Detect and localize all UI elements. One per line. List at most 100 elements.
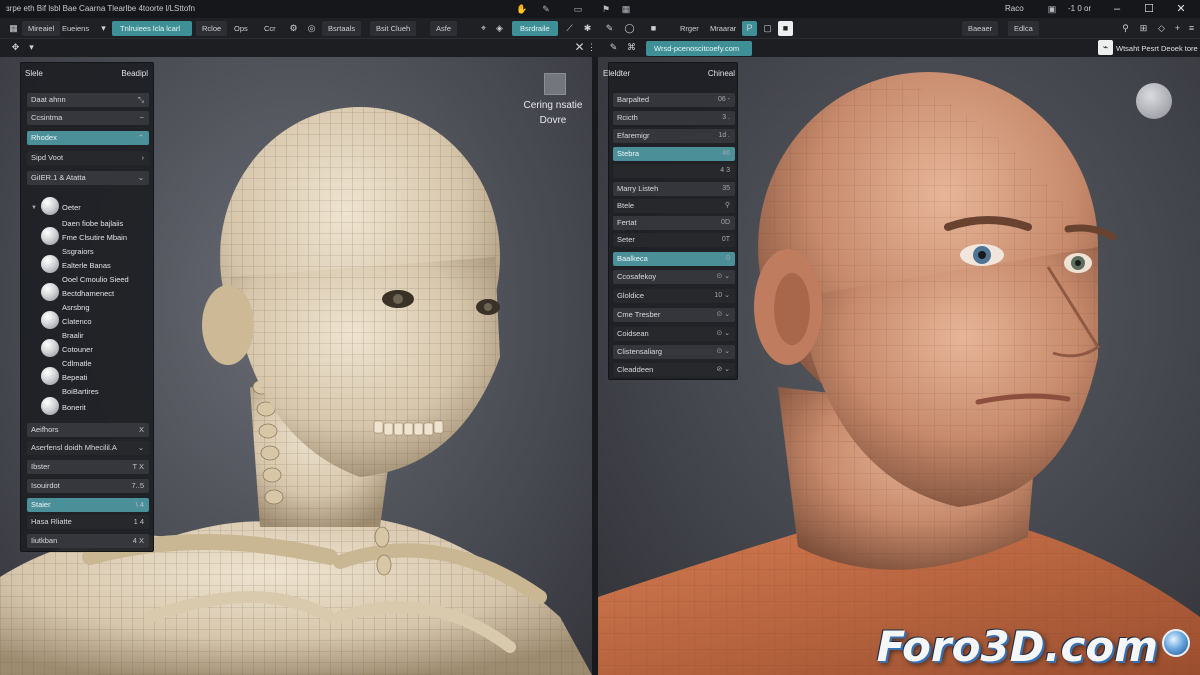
minimize-icon[interactable]: – — [1108, 1, 1126, 17]
toolbar-item-12[interactable]: Edlca — [1008, 21, 1039, 36]
settings-icon[interactable]: ⊞ — [1136, 21, 1151, 36]
menu-icon[interactable]: ≡ — [1184, 21, 1199, 36]
prop-row-13[interactable]: Cme Tresber ⊙ ⌄ — [613, 308, 735, 322]
toolbar-active-tab[interactable]: Tnlruiees lcla lcarl — [112, 21, 192, 36]
toolbar-item-4[interactable]: Ops — [234, 21, 248, 36]
panel-row-1[interactable]: Daat ahnn ⤡ — [27, 93, 149, 107]
prop-row-11[interactable]: Ccosafekoy ⊙ ⌄ — [613, 270, 735, 284]
toolbar-item-6[interactable]: Bsrtaals — [322, 21, 362, 36]
circle-icon[interactable]: ◯ — [622, 21, 637, 36]
chevron-right-icon[interactable]: › — [142, 151, 145, 165]
list-item[interactable]: Clatenco — [27, 311, 149, 329]
add-icon[interactable]: + — [1170, 21, 1185, 36]
panel-row-11[interactable]: Hasa Rliatte 1 4 — [27, 515, 149, 529]
more-icon[interactable]: ⋮ — [584, 40, 599, 55]
prop-row-5[interactable]: 4 3 — [613, 164, 735, 178]
prop-row-8[interactable]: Fertat 0D — [613, 216, 735, 230]
square-icon[interactable]: ▢ — [760, 21, 775, 36]
toolbar-teal-button[interactable]: Bsrdraile — [512, 21, 558, 36]
dropdown-icon[interactable]: ⊙ ⌄ — [716, 308, 730, 322]
toolbar-item-2[interactable]: Eueiens — [62, 21, 89, 36]
list-item[interactable]: Bectdhamenect — [27, 283, 149, 301]
grid-icon[interactable]: ▦ — [6, 21, 21, 36]
prop-row-2[interactable]: Rcicth 3 . — [613, 111, 735, 125]
p-icon[interactable]: P — [742, 21, 757, 36]
panel-row-5[interactable]: GiIER.1 & Atatta ⌄ — [27, 171, 149, 185]
list-item[interactable]: Fme Clsutire Mbain — [27, 227, 149, 245]
dropdown-icon[interactable]: ⊙ ⌄ — [716, 345, 730, 359]
toolbar-item-7[interactable]: Bsit Clueh — [370, 21, 417, 36]
prop-row-15[interactable]: Clistensaliarg ⊙ ⌄ — [613, 345, 735, 359]
chevron-up-icon[interactable]: ⌃ — [138, 131, 144, 145]
teal-square-icon[interactable]: ■ — [646, 21, 661, 36]
view-cube-icon[interactable] — [1136, 83, 1172, 119]
cube-icon[interactable]: ◈ — [492, 21, 507, 36]
dropdown-icon[interactable]: ⊙ ⌄ — [716, 327, 730, 341]
prop-row-14[interactable]: Coidsean ⊙ ⌄ — [613, 327, 735, 341]
toolbar-item-5[interactable]: Ccr — [264, 21, 276, 36]
star-icon[interactable]: ✱ — [580, 21, 595, 36]
prop-row-7[interactable]: Btele ⚲ — [613, 199, 735, 213]
list-item[interactable]: Bepeati — [27, 367, 149, 385]
prop-row-9[interactable]: Seter 0T — [613, 233, 735, 247]
dropdown-icon[interactable]: ▾ — [96, 21, 111, 36]
close-icon[interactable]: ✕ — [1172, 1, 1190, 17]
panel-row-12[interactable]: Iiutkban 4 X — [27, 534, 149, 548]
search-icon[interactable]: ⚲ — [725, 199, 730, 213]
slash-icon[interactable]: ⟋ — [562, 21, 577, 36]
panel-row-6[interactable]: Aeifhors X — [27, 423, 149, 437]
grid-icon[interactable]: ▦ — [620, 3, 632, 15]
white-square-icon[interactable]: ■ — [778, 21, 793, 36]
panel-row-10-active[interactable]: Staier \ 4 — [27, 498, 149, 512]
close-icon[interactable]: X — [139, 423, 144, 437]
prop-row-1[interactable]: Barpalted 06 - — [613, 93, 735, 107]
chevron-down-icon[interactable]: ⌄ — [138, 171, 144, 185]
move-icon[interactable]: ✥ — [8, 40, 23, 55]
dropdown-icon[interactable]: ▾ — [24, 40, 39, 55]
maximize-icon[interactable]: ☐ — [1140, 1, 1158, 17]
toolbar-item-11[interactable]: Baeaer — [962, 21, 999, 36]
panel-row-4[interactable]: Sipd Voot › — [27, 151, 149, 165]
monitor-icon[interactable]: ▭ — [572, 3, 584, 15]
panel-row-2[interactable]: Ccsintma ~ — [27, 111, 149, 125]
prop-row-4-active[interactable]: Stebra 46 — [613, 147, 735, 161]
prop-row-12[interactable]: Gloldice 10 ⌄ — [613, 289, 735, 303]
cursor-icon[interactable]: ⌁ — [1098, 40, 1113, 55]
toolbar-item-1[interactable]: Mireaiel — [22, 21, 61, 36]
gear-icon[interactable]: ⚙ — [286, 21, 301, 36]
toolbar-item-3[interactable]: Rcloe — [196, 21, 228, 36]
diamond-icon[interactable]: ◇ — [1154, 21, 1169, 36]
prop-row-3[interactable]: Efaremigr 1d . — [613, 129, 735, 143]
panel-row-7[interactable]: Aserfensl doidh Mhecilil.A ⌄ — [27, 441, 149, 455]
chevron-down-icon[interactable]: ⌄ — [138, 441, 144, 455]
camera-icon[interactable]: ⌘ — [624, 40, 639, 55]
brush-icon[interactable]: ✎ — [602, 21, 617, 36]
prop-row-6[interactable]: Marry Listeh 35 — [613, 182, 735, 196]
dropdown-icon[interactable]: ⊙ ⌄ — [716, 270, 730, 284]
panel-row-3-active[interactable]: Rhodex ⌃ — [27, 131, 149, 145]
tab-viewport-right[interactable]: Wrsd-pcenoscitcoefy.com — [646, 41, 752, 56]
color-swatch[interactable] — [544, 73, 566, 95]
panel-row-9[interactable]: Isouirdot 7..5 — [27, 479, 149, 493]
list-item[interactable]: Bonerit — [27, 397, 149, 415]
toolbar-item-9[interactable]: Rrger — [680, 21, 699, 36]
pen-icon[interactable]: ✎ — [540, 3, 552, 15]
image-icon[interactable]: ▣ — [1046, 3, 1058, 15]
target-icon[interactable]: ◎ — [304, 21, 319, 36]
flag-icon[interactable]: ⚑ — [600, 3, 612, 15]
dropdown-icon[interactable]: 10 ⌄ — [714, 289, 730, 303]
expand-triangle-icon[interactable]: ▼ — [31, 205, 37, 211]
dropdown-icon[interactable]: ⊘ ⌄ — [716, 363, 730, 377]
prop-row-10-active[interactable]: Baalkeca 0 — [613, 252, 735, 266]
tilde-icon[interactable]: ~ — [140, 111, 144, 125]
expand-icon[interactable]: ⤡ — [138, 93, 144, 107]
paint-icon[interactable]: ✎ — [606, 40, 621, 55]
toolbar-item-8[interactable]: Asfe — [430, 21, 458, 36]
list-item[interactable]: ▼ Oeter — [27, 197, 149, 215]
prop-row-16[interactable]: Cleaddeen ⊘ ⌄ — [613, 363, 735, 377]
hand-icon[interactable]: ✋ — [516, 3, 528, 15]
link-icon[interactable]: ⚲ — [1118, 21, 1133, 36]
toolbar-item-10[interactable]: Mraarar — [710, 21, 736, 36]
list-item[interactable]: Ealterle Banas — [27, 255, 149, 273]
panel-row-8[interactable]: Ibster T X — [27, 460, 149, 474]
